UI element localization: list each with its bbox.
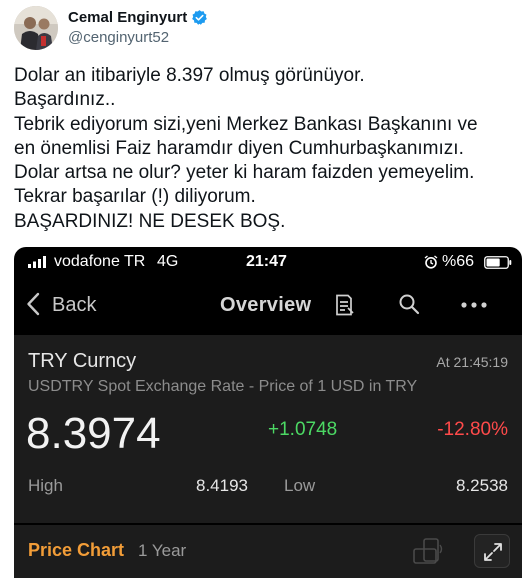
alarm-icon (424, 255, 438, 269)
chart-range[interactable]: 1 Year (138, 541, 186, 561)
tweet-line: BAŞARDINIZ! NE DESEK BOŞ. (14, 210, 286, 232)
author-info: Cemal Enginyurt @cenginyurt52 (68, 9, 208, 46)
avatar[interactable] (14, 6, 58, 50)
tweet-line: Dolar an itibariyle 8.397 olmuş görünüyo… (14, 65, 365, 86)
tweet-line: Tekrar başarılar (!) diliyorum. (14, 186, 256, 208)
last-price: 8.3974 (26, 409, 161, 458)
security-description: USDTRY Spot Exchange Rate - Price of 1 U… (28, 378, 418, 395)
battery-fill (486, 258, 500, 267)
price-chart-header: Price Chart 1 Year (14, 525, 522, 578)
more-icon[interactable] (460, 301, 488, 309)
author-name-row: Cemal Enginyurt (68, 9, 208, 26)
low-value: 8.2538 (456, 476, 508, 495)
tweet-header: Cemal Enginyurt @cenginyurt52 (14, 6, 518, 50)
carrier-name: vodafone TR (54, 253, 146, 270)
signal-bars-icon (28, 256, 46, 268)
tweet-text: Dolar an itibariyle 8.397 olmuş görünüyo… (14, 64, 522, 234)
back-button[interactable]: Back (52, 294, 96, 317)
author-handle[interactable]: @cenginyurt52 (68, 29, 208, 46)
avatar-photo (14, 6, 58, 50)
expand-icon (484, 543, 502, 561)
expand-button[interactable] (474, 534, 510, 568)
phone-status-bar: vodafone TR 4G 21:47 %66 (14, 247, 522, 277)
tweet-line: en önemlisi Faiz haramdır diyen Cumhurba… (14, 137, 464, 159)
battery-percent: %66 (442, 253, 475, 270)
battery-icon (484, 256, 512, 269)
network-type: 4G (157, 253, 179, 270)
app-nav-bar: Back Overview (14, 283, 522, 327)
low-label: Low (284, 476, 316, 495)
quote-time: At 21:45:19 (436, 354, 508, 370)
high-value: 8.4193 (196, 476, 248, 495)
quote-card: TRY Curncy At 21:45:19 USDTRY Spot Excha… (14, 335, 522, 523)
percent-change: -12.80% (437, 419, 508, 440)
price-chart-title[interactable]: Price Chart (28, 540, 124, 561)
verified-badge-icon (192, 10, 208, 25)
attached-phone-screenshot[interactable]: vodafone TR 4G 21:47 %66 Back Overview T… (14, 247, 522, 578)
high-label: High (28, 476, 63, 495)
tweet-line: Dolar artsa ne olur? yeter ki haram faiz… (14, 162, 475, 184)
tweet-line: Tebrik ediyorum sizi,yeni Merkez Bankası… (14, 113, 478, 135)
back-chevron-icon[interactable] (26, 292, 40, 316)
notes-icon[interactable] (332, 293, 356, 317)
status-time: 21:47 (246, 253, 287, 270)
search-icon[interactable] (398, 293, 420, 315)
author-name[interactable]: Cemal Enginyurt (68, 9, 187, 26)
tweet-line: Başardınız.. (14, 89, 116, 111)
security-name: TRY Curncy (28, 350, 137, 372)
net-change: +1.0748 (268, 419, 338, 440)
rotate-device-icon[interactable] (412, 537, 446, 565)
nav-title: Overview (220, 294, 312, 316)
